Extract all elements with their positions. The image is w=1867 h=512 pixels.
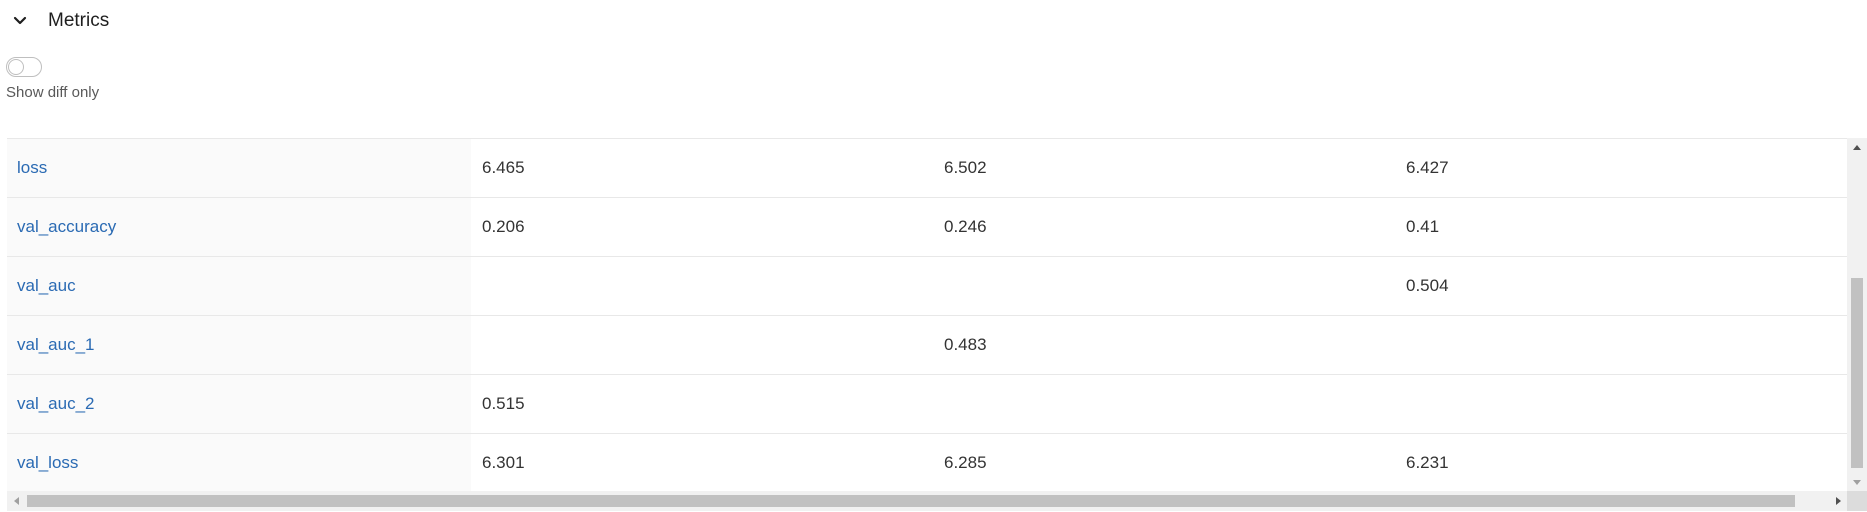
scroll-left-button[interactable] [7,491,25,511]
show-diff-label: Show diff only [6,84,100,101]
scroll-up-button[interactable] [1847,138,1867,156]
metric-name-link[interactable]: val_loss [7,434,471,491]
table-row: val_accuracy 0.206 0.246 0.41 [7,198,1847,257]
metric-value: 6.427 [1406,158,1449,177]
collapse-button[interactable] [6,7,34,35]
metric-name-link[interactable]: val_auc [7,257,471,315]
horizontal-scroll-thumb[interactable] [27,495,1795,507]
metric-value: 0.206 [482,217,525,236]
arrow-right-icon [1835,497,1841,505]
metric-name-link[interactable]: val_auc_1 [7,316,471,374]
metric-value: 6.285 [944,453,987,472]
metric-value: 0.41 [1406,217,1440,236]
metric-name-link[interactable]: val_accuracy [7,198,471,256]
vertical-scroll-thumb[interactable] [1851,278,1863,468]
metric-value: 0.515 [482,394,525,413]
metric-value: 6.301 [482,453,525,472]
section-title: Metrics [48,10,110,31]
metrics-panel: Metrics Show diff only loss 6.465 6.502 … [0,0,1867,512]
metric-name-link[interactable]: loss [7,139,471,197]
metric-value: 6.465 [482,158,525,177]
chevron-down-icon [13,16,27,25]
vertical-scrollbar[interactable] [1847,138,1867,491]
horizontal-scrollbar[interactable] [7,491,1847,511]
scroll-right-button[interactable] [1829,491,1847,511]
arrow-left-icon [13,497,19,505]
arrow-down-icon [1853,479,1861,485]
table-row: val_auc_1 0.483 [7,316,1847,375]
table-row: loss 6.465 6.502 6.427 [7,139,1847,198]
toggle-knob [8,59,24,75]
metric-value: 6.502 [944,158,987,177]
table-row: val_auc 0.504 [7,257,1847,316]
scrollbar-corner [1847,491,1867,511]
scroll-down-button[interactable] [1847,473,1867,491]
show-diff-toggle[interactable] [6,57,42,77]
section-header: Metrics [0,6,109,36]
metric-value: 0.246 [944,217,987,236]
metric-value: 6.231 [1406,453,1449,472]
metric-name-link[interactable]: val_auc_2 [7,375,471,433]
table-row: val_loss 6.301 6.285 6.231 [7,434,1847,491]
metric-value: 0.504 [1406,276,1449,295]
arrow-up-icon [1853,144,1861,150]
metrics-table: loss 6.465 6.502 6.427 val_accuracy 0.20… [7,138,1847,491]
metric-value: 0.483 [944,335,987,354]
table-row: val_auc_2 0.515 [7,375,1847,434]
